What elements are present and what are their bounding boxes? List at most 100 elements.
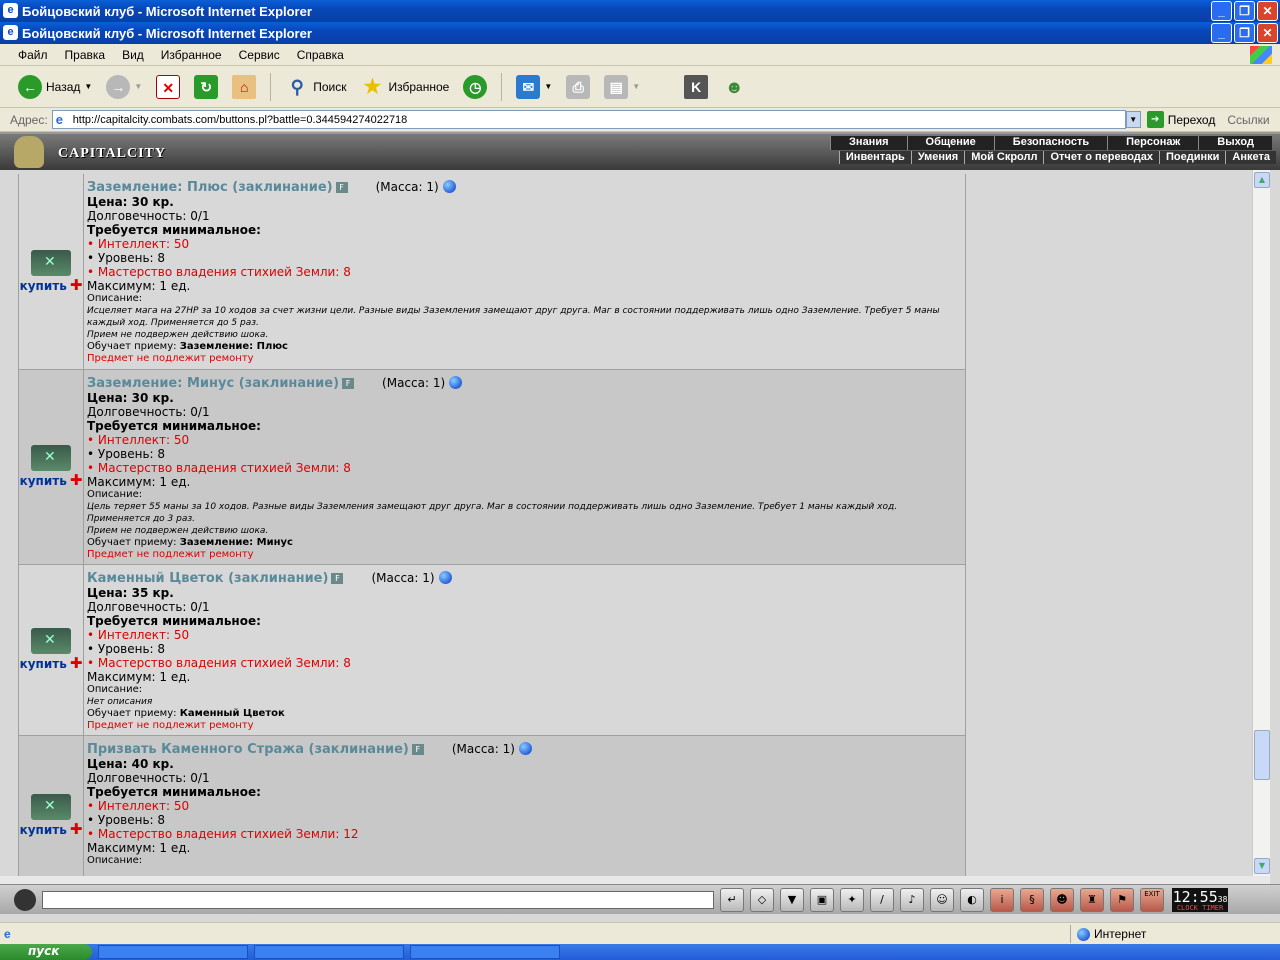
minimize-button-2[interactable]: _ — [1211, 23, 1232, 43]
nav-profile[interactable]: Анкета — [1225, 151, 1276, 164]
scroll-thumb[interactable] — [1254, 730, 1270, 780]
nav-knowledge[interactable]: Знания — [830, 136, 906, 150]
mail-dropdown-icon[interactable]: ▼ — [544, 82, 552, 91]
search-button[interactable]: ⚲ Поиск — [281, 71, 350, 103]
nav-my-scroll[interactable]: Мой Скролл — [964, 151, 1043, 164]
stop-button[interactable]: ✕ — [152, 71, 184, 103]
teaches-label: Обучает приему: — [87, 708, 177, 719]
menu-view[interactable]: Вид — [122, 48, 144, 62]
group-icon[interactable]: ⚑ — [1110, 887, 1134, 912]
buy-link[interactable]: купить — [20, 657, 67, 671]
minimize-button[interactable]: _ — [1211, 1, 1232, 21]
globe-icon[interactable] — [518, 742, 532, 755]
address-input[interactable]: http://capitalcity.combats.com/buttons.p… — [51, 110, 1126, 129]
menu-tools[interactable]: Сервис — [239, 48, 280, 62]
maximize-button[interactable]: ❐ — [1234, 1, 1255, 21]
nav-character[interactable]: Персонаж — [1107, 136, 1198, 150]
item-mass: (Масса: 1) — [371, 571, 435, 585]
send-icon[interactable]: ↵ — [720, 887, 744, 912]
nav-duels[interactable]: Поединки — [1159, 151, 1225, 164]
forward-button[interactable]: → ▼ — [102, 71, 146, 103]
refresh-button[interactable]: ↻ — [190, 71, 222, 103]
buy-column: купить✚ — [19, 370, 84, 564]
nav-exit[interactable]: Выход — [1198, 136, 1272, 150]
no-repair-note: Предмет не подлежит ремонту — [87, 353, 254, 364]
edit-button[interactable]: ▤ ▼ — [600, 71, 644, 103]
history-button[interactable]: ◷ — [459, 71, 491, 103]
smiley-icon[interactable]: ☺ — [930, 887, 954, 912]
nav-inventory[interactable]: Инвентарь — [838, 151, 911, 164]
helmet-icon[interactable]: ◐ — [960, 887, 984, 912]
exit-icon[interactable]: EXIT — [1140, 887, 1164, 912]
eraser-icon[interactable]: ◇ — [750, 887, 774, 912]
chat-input[interactable] — [42, 890, 714, 909]
f-icon[interactable]: F — [331, 573, 344, 584]
mail-button[interactable]: ✉ ▼ — [512, 71, 556, 103]
back-dropdown-icon[interactable]: ▼ — [84, 82, 92, 91]
links-button[interactable]: Ссылки — [1227, 113, 1269, 127]
item-max: Максимум: 1 ед. — [87, 475, 191, 489]
taskbar-item[interactable] — [410, 945, 560, 959]
maximize-button-2[interactable]: ❐ — [1234, 23, 1255, 43]
k-button[interactable]: K — [680, 71, 712, 103]
f-icon[interactable]: F — [411, 744, 424, 755]
taskbar-item[interactable] — [254, 945, 404, 959]
item-durability: Долговечность: 0/1 — [87, 405, 210, 419]
item-mass: (Масса: 1) — [375, 180, 439, 194]
translit-icon[interactable]: / — [870, 887, 894, 912]
address-dropdown[interactable]: ▼ — [1125, 111, 1141, 128]
add-icon[interactable]: ✚ — [70, 654, 83, 672]
scroll-down-button[interactable]: ▼ — [1254, 858, 1270, 874]
chat-head-icon[interactable] — [14, 888, 36, 911]
horizontal-scrollbar[interactable] — [0, 876, 1270, 884]
sound-icon[interactable]: ♪ — [900, 887, 924, 912]
nav-transfer-report[interactable]: Отчет о переводах — [1043, 151, 1159, 164]
add-icon[interactable]: ✚ — [70, 471, 83, 489]
favorites-button[interactable]: ★ Избранное — [357, 71, 454, 103]
item-name[interactable]: Призвать Каменного Стража (заклинание) — [87, 742, 409, 757]
nav-security[interactable]: Безопасность — [993, 136, 1107, 150]
item-name[interactable]: Каменный Цветок (заклинание) — [87, 571, 328, 586]
close-button[interactable]: ✕ — [1257, 1, 1278, 21]
start-button[interactable]: пуск — [0, 944, 92, 960]
vertical-scrollbar[interactable]: ▲ ▼ — [1252, 170, 1270, 876]
item-durability: Долговечность: 0/1 — [87, 209, 210, 223]
menu-edit[interactable]: Правка — [65, 48, 106, 62]
globe-icon[interactable] — [438, 571, 452, 584]
filter-icon[interactable]: ▼ — [780, 887, 804, 912]
buy-link[interactable]: купить — [20, 474, 67, 488]
add-icon[interactable]: ✚ — [70, 820, 83, 838]
forward-dropdown-icon[interactable]: ▼ — [134, 82, 142, 91]
close-button-2[interactable]: ✕ — [1257, 23, 1278, 43]
edit-dropdown-icon[interactable]: ▼ — [632, 82, 640, 91]
buy-link[interactable]: купить — [20, 279, 67, 293]
tower-icon[interactable]: ♜ — [1080, 887, 1104, 912]
go-button[interactable]: ➔ Переход — [1146, 111, 1215, 128]
messenger-button[interactable]: ☻ — [718, 71, 750, 103]
home-button[interactable]: ⌂ — [228, 71, 260, 103]
f-icon[interactable]: F — [342, 378, 355, 389]
req-level: • Уровень: 8 — [87, 251, 166, 265]
fighter-icon[interactable]: ✦ — [840, 887, 864, 912]
menu-file[interactable]: Файл — [18, 48, 48, 62]
item-name[interactable]: Заземление: Плюс (заклинание) — [87, 180, 333, 195]
scroll-icon[interactable]: § — [1020, 887, 1044, 912]
taskbar-item[interactable] — [98, 945, 248, 959]
globe-icon[interactable] — [449, 376, 463, 389]
scroll-up-button[interactable]: ▲ — [1254, 172, 1270, 188]
friends-icon[interactable]: ☻ — [1050, 887, 1074, 912]
info-icon[interactable]: i — [990, 887, 1014, 912]
menu-favorites[interactable]: Избранное — [161, 48, 222, 62]
add-icon[interactable]: ✚ — [70, 276, 83, 294]
globe-icon[interactable] — [442, 180, 456, 193]
f-icon[interactable]: F — [335, 182, 348, 193]
buy-link[interactable]: купить — [20, 823, 67, 837]
print-button[interactable]: ⎙ — [562, 71, 594, 103]
description-label: Описание: — [87, 489, 143, 500]
item-name[interactable]: Заземление: Минус (заклинание) — [87, 376, 339, 391]
nav-communication[interactable]: Общение — [906, 136, 994, 150]
nav-skills[interactable]: Умения — [910, 151, 964, 164]
back-button[interactable]: ← Назад ▼ — [14, 71, 96, 103]
save-icon[interactable]: ▣ — [810, 887, 834, 912]
menu-help[interactable]: Справка — [297, 48, 344, 62]
